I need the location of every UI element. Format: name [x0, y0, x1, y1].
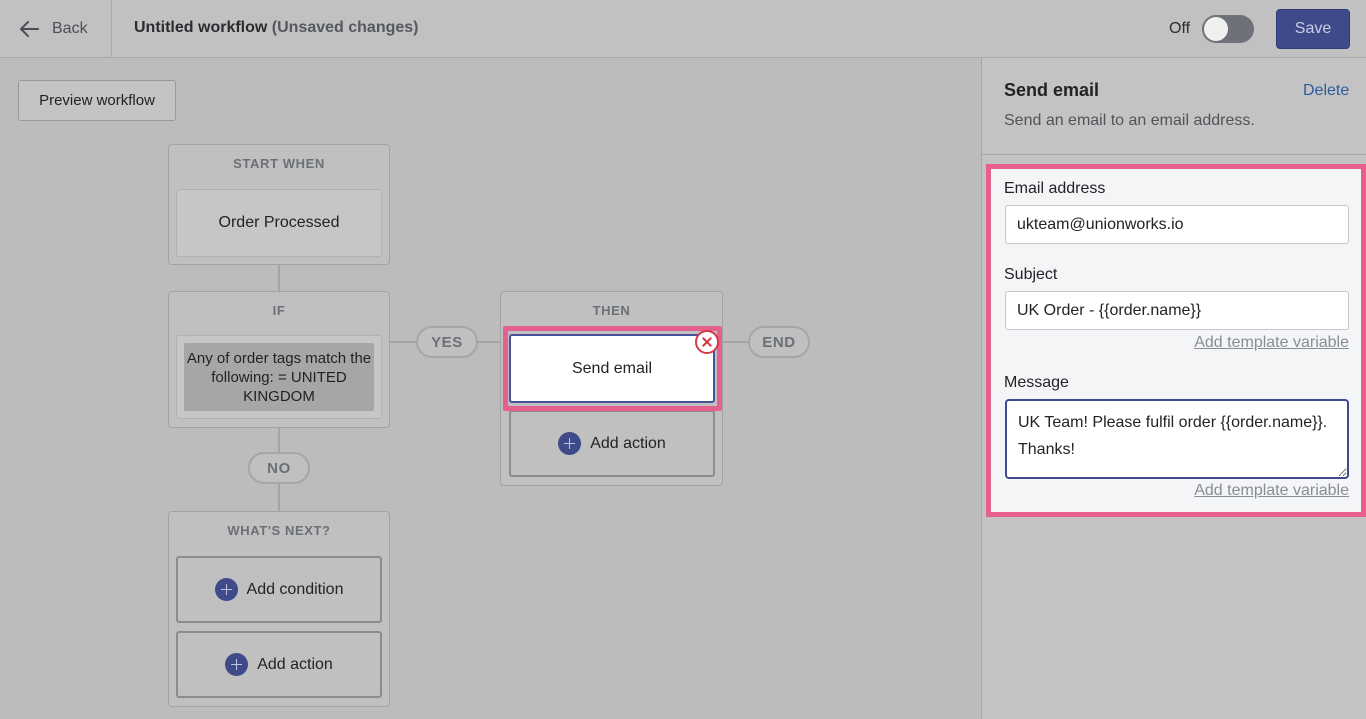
- connector-if-no: [278, 427, 280, 452]
- if-condition-text: Any of order tags match the following: =…: [184, 343, 374, 411]
- then-add-action-label: Add action: [590, 434, 666, 452]
- subject-add-template-variable-link[interactable]: Add template variable: [1194, 334, 1349, 352]
- message-add-template-variable-link[interactable]: Add template variable: [1194, 482, 1349, 500]
- delete-link[interactable]: Delete: [1303, 82, 1349, 100]
- subject-input[interactable]: [1005, 291, 1349, 330]
- plus-circle-icon: [225, 653, 249, 676]
- message-label: Message: [1004, 374, 1069, 391]
- then-add-action-button[interactable]: Add action: [509, 410, 715, 477]
- then-header: THEN: [592, 302, 631, 318]
- if-header: IF: [272, 302, 286, 318]
- whats-next-header: WHAT'S NEXT?: [227, 522, 331, 538]
- remove-action-icon[interactable]: [695, 330, 719, 354]
- panel-header: [981, 58, 1366, 155]
- trigger-order-processed[interactable]: Order Processed: [176, 189, 382, 257]
- add-condition-button[interactable]: Add condition: [176, 556, 382, 623]
- back-label: Back: [52, 20, 88, 37]
- email-address-label: Email address: [1004, 180, 1106, 197]
- unsaved-note: (Unsaved changes): [271, 19, 419, 36]
- toggle-knob: [1204, 17, 1228, 41]
- connector-if-yes: [390, 341, 416, 343]
- workflow-toggle[interactable]: [1202, 15, 1254, 43]
- next-add-action-label: Add action: [257, 655, 333, 673]
- toggle-status-label: Off: [1169, 20, 1191, 37]
- add-condition-label: Add condition: [246, 580, 344, 598]
- start-when-header: START WHEN: [233, 155, 325, 171]
- panel-title: Send email: [1004, 80, 1100, 100]
- workflow-title: Untitled workflow (Unsaved changes): [134, 19, 419, 37]
- email-address-input[interactable]: [1005, 205, 1349, 244]
- connector-start-if: [278, 264, 280, 292]
- subject-label: Subject: [1004, 266, 1058, 283]
- plus-circle-icon: [214, 578, 238, 601]
- no-label: NO: [248, 452, 310, 484]
- connector-no-next: [278, 482, 280, 512]
- message-textarea[interactable]: UK Team! Please fulfil order {{order.nam…: [1005, 399, 1349, 479]
- arrow-left-icon: [20, 21, 39, 37]
- next-add-action-button[interactable]: Add action: [176, 631, 382, 698]
- connector-then-end: [722, 341, 748, 343]
- save-button[interactable]: Save: [1276, 9, 1350, 49]
- end-label: END: [748, 326, 810, 358]
- panel-description: Send an email to an email address.: [1004, 112, 1255, 129]
- back-button[interactable]: Back: [0, 0, 112, 58]
- yes-label: YES: [416, 326, 478, 358]
- workflow-name: Untitled workflow: [134, 19, 268, 36]
- send-email-action[interactable]: Send email: [509, 334, 715, 403]
- plus-circle-icon: [558, 432, 582, 455]
- preview-workflow-button[interactable]: Preview workflow: [18, 80, 176, 121]
